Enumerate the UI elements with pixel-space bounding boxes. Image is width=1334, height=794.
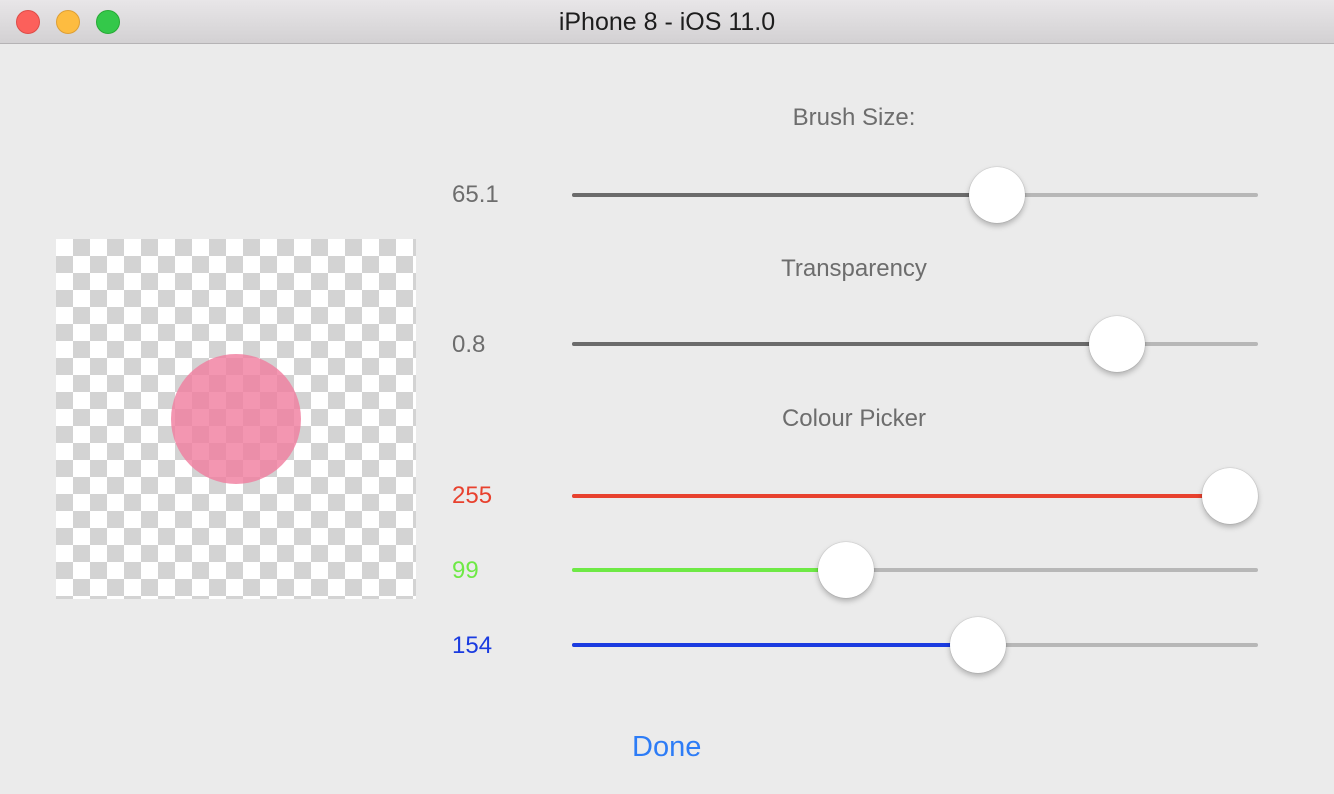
green-value: 99 [452, 557, 479, 584]
slider-thumb[interactable] [1088, 316, 1145, 372]
transparency-slider[interactable] [572, 316, 1258, 372]
slider-thumb[interactable] [1202, 468, 1258, 524]
done-button[interactable]: Done [632, 731, 701, 764]
brush-size-label: Brush Size: [792, 104, 916, 131]
slider-fill [572, 193, 997, 197]
slider-fill [572, 494, 1230, 498]
title-bar: iPhone 8 - iOS 11.0 [0, 0, 1334, 44]
brush-preview [56, 239, 416, 599]
window-title: iPhone 8 - iOS 11.0 [558, 8, 776, 36]
green-slider[interactable] [572, 542, 1258, 598]
brush-size-value: 65.1 [452, 181, 499, 208]
slider-fill [572, 342, 1117, 346]
slider-thumb[interactable] [817, 542, 874, 598]
slider-fill [572, 568, 846, 572]
simulator-window: iPhone 8 - iOS 11.0 Brush Size: 65.1 Tra… [0, 0, 1334, 794]
red-slider[interactable] [572, 468, 1258, 524]
red-value: 255 [452, 482, 493, 509]
slider-thumb[interactable] [950, 617, 1006, 673]
blue-value: 154 [452, 632, 493, 659]
brush-size-slider[interactable] [572, 167, 1258, 223]
blue-slider[interactable] [572, 617, 1258, 673]
brush-preview-dot [171, 354, 301, 484]
slider-fill [572, 643, 978, 647]
slider-thumb[interactable] [968, 167, 1025, 223]
transparency-label: Transparency [781, 255, 927, 282]
colour-picker-label: Colour Picker [781, 405, 927, 432]
transparency-value: 0.8 [452, 331, 486, 358]
